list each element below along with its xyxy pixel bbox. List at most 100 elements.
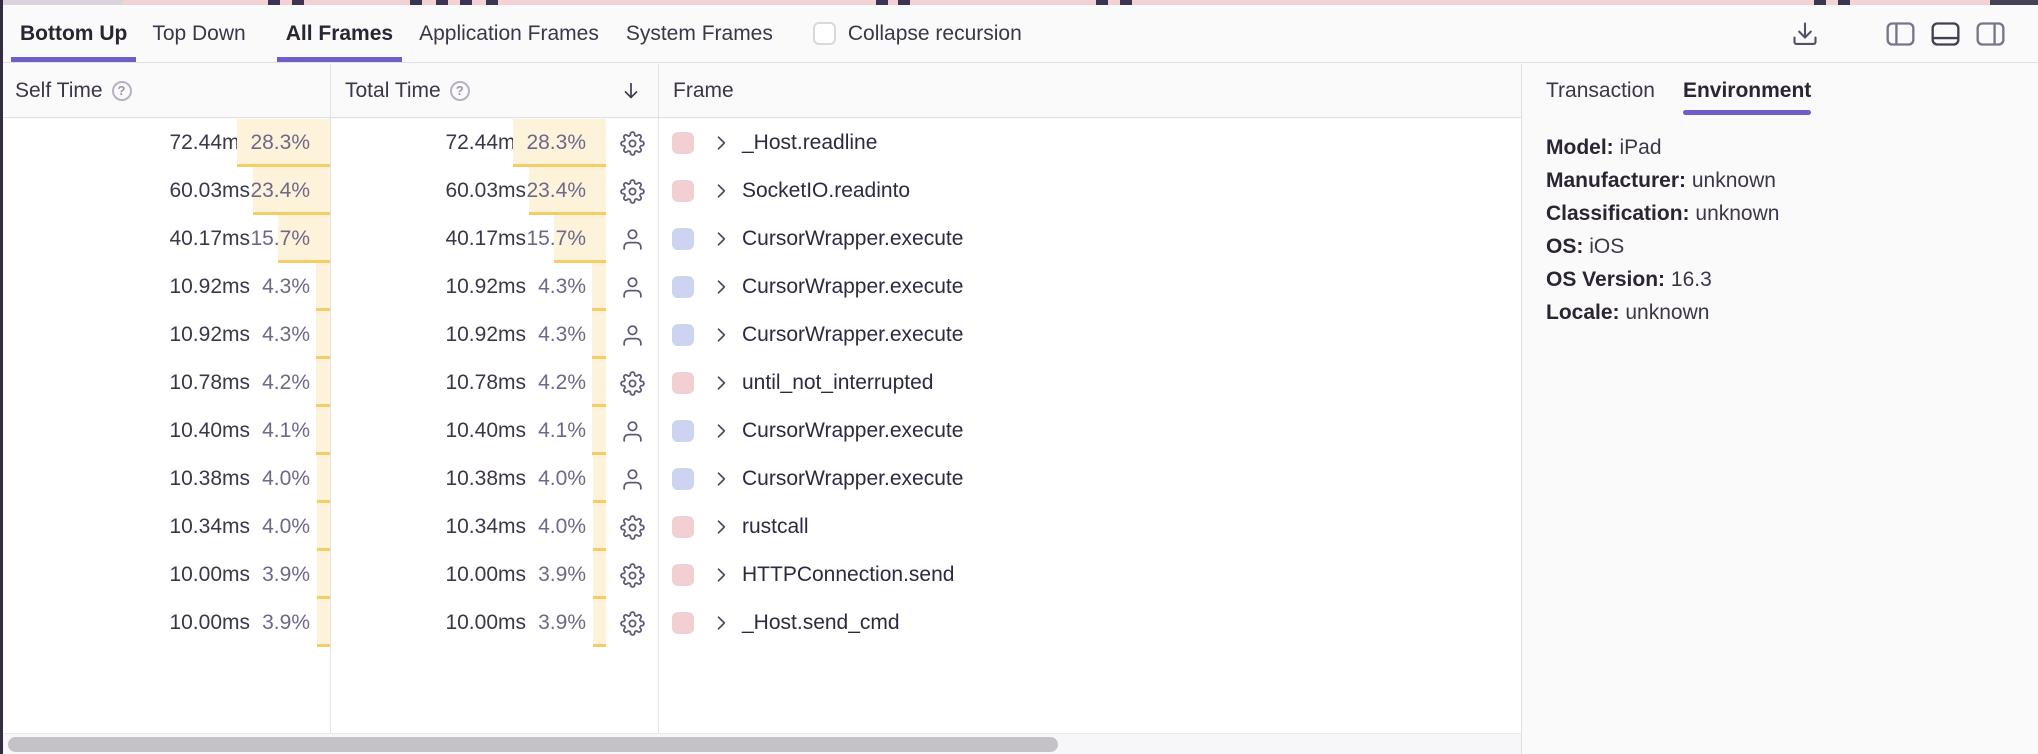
help-icon[interactable]: ?	[450, 81, 470, 101]
self-time-percent: 4.2%	[250, 359, 330, 407]
frame-name: _Host.readline	[742, 131, 877, 155]
table-row[interactable]: 10.40ms 4.1% 10.40ms 4.1%	[0, 407, 1521, 455]
chevron-right-icon[interactable]	[711, 517, 731, 537]
chevron-right-icon[interactable]	[711, 613, 731, 633]
chevron-right-icon[interactable]	[711, 469, 731, 489]
self-time-cell: 10.92ms 4.3%	[0, 311, 330, 359]
download-icon[interactable]	[1791, 20, 1819, 48]
table-row[interactable]: 10.92ms 4.3% 10.92ms 4.3%	[0, 311, 1521, 359]
self-time-cell: 10.00ms 3.9%	[0, 551, 330, 599]
column-header-frame[interactable]: Frame	[658, 64, 1521, 117]
self-time-cell: 10.40ms 4.1%	[0, 407, 330, 455]
self-time-cell: 10.34ms 4.0%	[0, 503, 330, 551]
self-time-value: 40.17ms	[0, 227, 250, 251]
horizontal-scrollbar[interactable]	[0, 733, 1521, 754]
gear-icon	[620, 515, 645, 540]
column-divider[interactable]	[658, 64, 659, 733]
table-row[interactable]: 10.00ms 3.9% 10.00ms 3.9%	[0, 551, 1521, 599]
help-icon[interactable]: ?	[112, 81, 132, 101]
column-header-self-time[interactable]: Self Time ?	[0, 64, 330, 117]
total-time-percent: 4.2%	[526, 359, 606, 407]
tab-system-frames[interactable]: System Frames	[626, 5, 773, 62]
gear-icon	[620, 611, 645, 636]
total-time-cell: 10.92ms 4.3%	[330, 311, 658, 359]
frame-name: _Host.send_cmd	[742, 611, 900, 635]
total-time-cell: 10.38ms 4.0%	[330, 455, 658, 503]
dock-left-icon[interactable]	[1885, 20, 1916, 48]
table-row[interactable]: 10.78ms 4.2% 10.78ms 4.2%	[0, 359, 1521, 407]
self-time-percent: 3.9%	[250, 599, 330, 647]
chevron-right-icon[interactable]	[711, 421, 731, 441]
scrollbar-thumb[interactable]	[8, 737, 1058, 752]
gear-icon	[620, 131, 645, 156]
table-body[interactable]: 72.44ms 28.3% 72.44ms 28.3%	[0, 119, 1521, 733]
sort-descending-icon[interactable]	[620, 80, 642, 102]
tab-all-frames[interactable]: All Frames	[286, 5, 393, 62]
frame-name: CursorWrapper.execute	[742, 275, 963, 299]
total-time-cell: 40.17ms 15.7%	[330, 215, 658, 263]
table-row[interactable]: 10.34ms 4.0% 10.34ms 4.0%	[0, 503, 1521, 551]
pane-left-divider[interactable]	[0, 0, 3, 754]
table-row[interactable]: 60.03ms 23.4% 60.03ms 23.4%	[0, 167, 1521, 215]
tab-top-down[interactable]: Top Down	[152, 5, 245, 62]
minimap-mark	[410, 0, 422, 5]
self-time-cell: 40.17ms 15.7%	[0, 215, 330, 263]
chevron-right-icon[interactable]	[711, 181, 731, 201]
environment-row: Model: iPad	[1546, 131, 2014, 164]
frame-color-swatch	[672, 516, 694, 538]
table-row[interactable]: 10.38ms 4.0% 10.38ms 4.0%	[0, 455, 1521, 503]
chevron-right-icon[interactable]	[711, 133, 731, 153]
minimap-segment	[3, 0, 123, 5]
minimap-mark	[268, 0, 280, 5]
self-time-cell: 72.44ms 28.3%	[0, 119, 330, 167]
total-time-value: 40.17ms	[330, 227, 526, 251]
total-time-cell: 10.00ms 3.9%	[330, 599, 658, 647]
table-row[interactable]: 10.92ms 4.3% 10.92ms 4.3%	[0, 263, 1521, 311]
dock-right-icon[interactable]	[1975, 20, 2006, 48]
total-time-value: 10.00ms	[330, 563, 526, 587]
frame-color-swatch	[672, 180, 694, 202]
chevron-right-icon[interactable]	[711, 229, 731, 249]
self-time-value: 72.44ms	[0, 131, 250, 155]
collapse-recursion-checkbox[interactable]	[813, 22, 836, 45]
frame-cell: CursorWrapper.execute	[658, 407, 1521, 455]
tab-transaction[interactable]: Transaction	[1546, 64, 1655, 118]
table-row[interactable]: 40.17ms 15.7% 40.17ms 15.7%	[0, 215, 1521, 263]
column-divider[interactable]	[330, 64, 331, 733]
tab-environment[interactable]: Environment	[1683, 64, 1811, 118]
total-time-cell: 10.00ms 3.9%	[330, 551, 658, 599]
total-time-percent: 15.7%	[526, 215, 606, 263]
tab-application-frames[interactable]: Application Frames	[419, 5, 599, 62]
flamegraph-minimap[interactable]	[0, 0, 2038, 5]
tab-bottom-up[interactable]: Bottom Up	[20, 5, 127, 62]
toolbar: Bottom Up Top Down All Frames Applicatio…	[0, 5, 2038, 63]
collapse-recursion-control[interactable]: Collapse recursion	[813, 22, 1022, 46]
chevron-right-icon[interactable]	[711, 565, 731, 585]
chevron-right-icon[interactable]	[711, 373, 731, 393]
frame-color-swatch	[672, 564, 694, 586]
self-time-cell: 10.38ms 4.0%	[0, 455, 330, 503]
column-header-total-time[interactable]: Total Time ?	[330, 64, 658, 117]
minimap-mark	[436, 0, 448, 5]
frame-cell: until_not_interrupted	[658, 359, 1521, 407]
details-panel: Transaction Environment Model: iPad Manu…	[1521, 64, 2038, 754]
chevron-right-icon[interactable]	[711, 277, 731, 297]
minimap-mark	[876, 0, 888, 5]
self-time-value: 10.92ms	[0, 275, 250, 299]
frame-color-swatch	[672, 372, 694, 394]
chevron-right-icon[interactable]	[711, 325, 731, 345]
minimap-mark	[898, 0, 910, 5]
frame-name: SocketIO.readinto	[742, 179, 910, 203]
user-icon	[620, 467, 645, 492]
minimap-mark	[1096, 0, 1108, 5]
user-icon	[620, 419, 645, 444]
user-icon	[620, 227, 645, 252]
frame-color-swatch	[672, 132, 694, 154]
table-row[interactable]: 72.44ms 28.3% 72.44ms 28.3%	[0, 119, 1521, 167]
frame-name: HTTPConnection.send	[742, 563, 954, 587]
table-row[interactable]: 10.00ms 3.9% 10.00ms 3.9%	[0, 599, 1521, 647]
gear-icon	[620, 179, 645, 204]
frame-cell: HTTPConnection.send	[658, 551, 1521, 599]
minimap-mark	[1814, 0, 1826, 5]
dock-bottom-icon[interactable]	[1930, 20, 1961, 48]
